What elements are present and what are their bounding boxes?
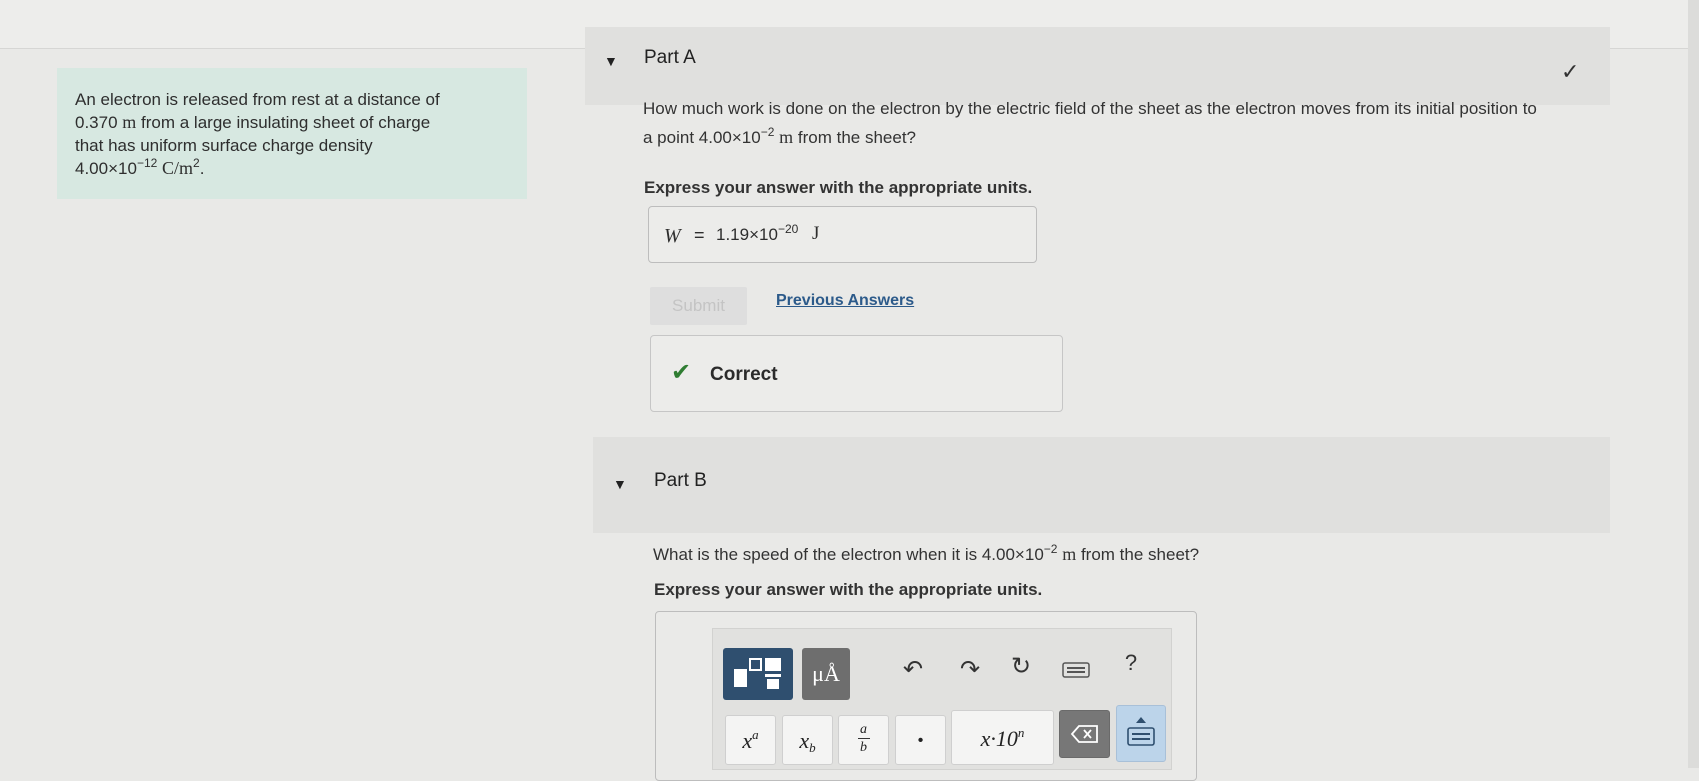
power-key[interactable]: xa [725, 715, 776, 765]
part-a-question-line-1: How much work is done on the electron by… [643, 99, 1537, 118]
completed-check-icon: ✓ [1561, 59, 1580, 84]
help-button[interactable]: ? [1118, 650, 1144, 686]
collapse-triangle-icon[interactable]: ▼ [613, 476, 627, 492]
part-b-question: What is the speed of the electron when i… [653, 542, 1200, 564]
answer-equals: = [694, 225, 705, 245]
answer-value: 1.19×10−20 [716, 222, 799, 244]
correct-check-icon: ✔ [671, 359, 692, 386]
part-a-question: How much work is done on the electron by… [643, 95, 1643, 152]
reset-icon[interactable]: ↻ [1006, 652, 1036, 688]
scientific-notation-key[interactable]: x·10n [951, 710, 1054, 765]
problem-line-4: 4.00×10−12 C/m2. [75, 156, 205, 178]
keyboard-toggle-icon [1127, 717, 1155, 746]
answer-variable: W [664, 225, 681, 247]
part-a-title: Part A [644, 47, 696, 68]
templates-icon [734, 658, 781, 689]
problem-line-3: that has uniform surface charge density [75, 136, 373, 155]
problem-line-2: 0.370 m from a large insulating sheet of… [75, 112, 431, 132]
backspace-key[interactable] [1059, 710, 1110, 758]
keypad-toggle-key[interactable] [1116, 705, 1166, 762]
problem-statement: An electron is released from rest at a d… [57, 68, 527, 199]
previous-answers-link[interactable]: Previous Answers [776, 292, 914, 310]
correct-feedback: ✔ Correct [650, 335, 1063, 412]
dot-key[interactable]: • [895, 715, 946, 765]
part-b-title: Part B [654, 470, 707, 491]
redo-icon[interactable]: ↷ [955, 655, 985, 691]
backspace-icon [1070, 725, 1098, 743]
correct-label: Correct [710, 364, 778, 385]
part-a-question-line-2: a point 4.00×10−2 m from the sheet? [643, 125, 916, 147]
submit-button[interactable]: Submit [650, 287, 747, 325]
part-a-header[interactable]: ▼ Part A ✓ [585, 27, 1610, 105]
part-b-header[interactable]: ▼ Part B [593, 437, 1610, 533]
collapse-triangle-icon[interactable]: ▼ [604, 53, 618, 69]
answer-unit: J [812, 223, 820, 244]
part-a-answer-box[interactable]: W = 1.19×10−20 J [648, 206, 1037, 263]
units-button[interactable]: μÅ [802, 648, 850, 700]
part-b-instruction: Express your answer with the appropriate… [654, 580, 1043, 599]
fraction-key[interactable]: a b [838, 715, 889, 765]
window-edge [1688, 0, 1699, 768]
templates-button[interactable] [723, 648, 793, 700]
undo-icon[interactable]: ↶ [898, 655, 928, 691]
keyboard-icon[interactable] [1061, 660, 1091, 680]
problem-line-1: An electron is released from rest at a d… [75, 90, 440, 109]
subscript-key[interactable]: xb [782, 715, 833, 765]
part-a-instruction: Express your answer with the appropriate… [644, 178, 1033, 197]
